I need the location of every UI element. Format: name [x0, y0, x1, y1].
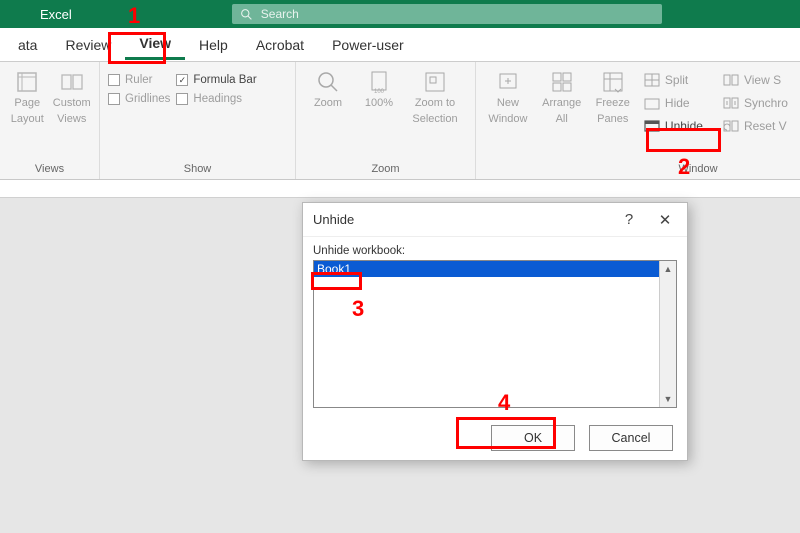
unhide-button[interactable]: Unhide [640, 117, 707, 135]
group-window: New Window Arrange All Freeze Panes Spli… [476, 62, 800, 179]
page-layout-icon [15, 70, 39, 94]
tab-review[interactable]: Review [51, 31, 125, 59]
hide-button[interactable]: Hide [640, 94, 707, 112]
group-window-label: Window [484, 161, 792, 175]
cancel-button[interactable]: Cancel [589, 425, 673, 451]
ok-button[interactable]: OK [491, 425, 575, 451]
svg-text:100: 100 [374, 89, 385, 94]
checkbox-icon [176, 93, 188, 105]
reset-window-icon [723, 119, 739, 133]
tab-data[interactable]: ata [4, 31, 51, 59]
scroll-down-icon[interactable]: ▼ [660, 391, 676, 407]
ribbon: Page Layout Custom Views Views Ruler Gri… [0, 62, 800, 180]
gridlines-checkbox: Gridlines [108, 93, 170, 105]
dialog-list-label: Unhide workbook: [313, 245, 677, 257]
synchronous-scrolling-button[interactable]: Synchro [719, 94, 792, 112]
formula-bar-checkbox[interactable]: ✓ Formula Bar [176, 74, 256, 86]
tab-help[interactable]: Help [185, 31, 242, 59]
checkbox-checked-icon: ✓ [176, 74, 188, 86]
split-button[interactable]: Split [640, 71, 707, 89]
arrange-all-icon [550, 70, 574, 94]
group-show-label: Show [108, 161, 287, 175]
search-icon [240, 8, 253, 21]
group-zoom: Zoom 100 100% Zoom to Selection Zoom [296, 62, 476, 179]
dialog-footer: OK Cancel [303, 416, 687, 460]
headings-checkbox: Headings [176, 93, 256, 105]
dialog-help-button[interactable]: ? [611, 206, 647, 234]
app-title: Excel [40, 7, 72, 22]
search-placeholder: Search [261, 7, 299, 21]
arrange-all-button[interactable]: Arrange All [538, 68, 586, 161]
custom-views-button[interactable]: Custom Views [53, 68, 92, 161]
view-side-by-side-button[interactable]: View S [719, 71, 792, 89]
group-views-label: Views [8, 161, 91, 175]
ruler-checkbox: Ruler [108, 74, 170, 86]
freeze-panes-button[interactable]: Freeze Panes [592, 68, 634, 161]
formula-bar-area [0, 180, 800, 198]
tab-view[interactable]: View [125, 29, 185, 60]
workbook-listbox[interactable]: Book1 ▲ ▼ [313, 260, 677, 408]
titlebar: Excel Search [0, 0, 800, 28]
group-views: Page Layout Custom Views Views [0, 62, 100, 179]
tab-acrobat[interactable]: Acrobat [242, 31, 318, 59]
checkbox-icon [108, 93, 120, 105]
group-show: Ruler Gridlines ✓ Formula Bar Headings S… [100, 62, 296, 179]
view-side-icon [723, 73, 739, 87]
new-window-button[interactable]: New Window [484, 68, 532, 161]
group-zoom-label: Zoom [304, 161, 467, 175]
freeze-panes-icon [601, 70, 625, 94]
page-layout-button[interactable]: Page Layout [8, 68, 47, 161]
dialog-close-button[interactable]: ✕ [647, 206, 683, 234]
checkbox-icon [108, 74, 120, 86]
page-100-icon: 100 [367, 70, 391, 94]
dialog-titlebar: Unhide ? ✕ [303, 203, 687, 237]
tab-power-user[interactable]: Power-user [318, 31, 418, 59]
search-box[interactable]: Search [232, 4, 662, 24]
zoom-icon [316, 70, 340, 94]
close-icon: ✕ [659, 211, 672, 229]
zoom-to-selection-button[interactable]: Zoom to Selection [406, 68, 464, 161]
split-icon [644, 73, 660, 87]
custom-views-icon [60, 70, 84, 94]
zoom-button[interactable]: Zoom [304, 68, 352, 161]
hide-icon [644, 96, 660, 110]
unhide-icon [644, 119, 660, 133]
listbox-scrollbar[interactable]: ▲ ▼ [659, 261, 676, 407]
new-window-icon [496, 70, 520, 94]
unhide-dialog: Unhide ? ✕ Unhide workbook: Book1 ▲ ▼ OK… [302, 202, 688, 461]
scroll-up-icon[interactable]: ▲ [660, 261, 676, 277]
sync-scroll-icon [723, 96, 739, 110]
ribbon-tabs: ata Review View Help Acrobat Power-user [0, 28, 800, 62]
reset-window-button[interactable]: Reset V [719, 117, 792, 135]
dialog-title: Unhide [313, 212, 354, 227]
list-item[interactable]: Book1 [314, 261, 659, 277]
zoom-100-button[interactable]: 100 100% [358, 68, 400, 161]
zoom-selection-icon [423, 70, 447, 94]
